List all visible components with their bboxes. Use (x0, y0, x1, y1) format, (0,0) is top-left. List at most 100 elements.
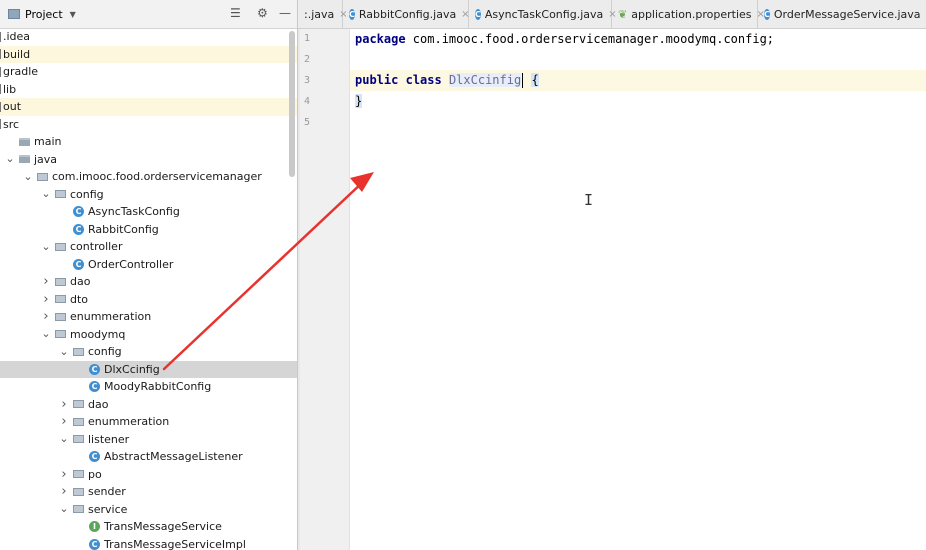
package-icon (73, 417, 84, 426)
spring-leaf-icon: ❦ (618, 7, 628, 21)
tree-item[interactable]: gradle (0, 63, 297, 81)
folder-marker-icon (0, 49, 1, 60)
project-title: Project (25, 7, 63, 21)
chevron-right-icon[interactable]: › (40, 274, 52, 289)
chevron-right-icon[interactable]: › (58, 414, 70, 429)
project-icon (8, 9, 20, 19)
chevron-right-icon[interactable]: › (40, 309, 52, 324)
tree-item-label: dao (70, 275, 91, 289)
editor-tab[interactable]: ❦ application.properties × (612, 0, 765, 28)
chevron-right-icon[interactable]: › (58, 467, 70, 482)
hide-panel-icon[interactable]: — (279, 6, 291, 20)
tree-item-label: src (3, 117, 20, 131)
editor-tab[interactable]: :.java × (298, 0, 348, 28)
tree-item-label: lib (3, 82, 17, 96)
line-number: 3 (303, 75, 310, 86)
chevron-right-icon[interactable]: › (58, 397, 70, 412)
package-icon (73, 470, 84, 479)
tree-item-label: build (3, 47, 31, 61)
collapse-all-icon[interactable]: ☰ (230, 6, 241, 20)
tree-item[interactable]: ⌄ controller (0, 238, 297, 256)
tree-item[interactable]: › sender (0, 483, 297, 501)
tree-item[interactable]: ⌄ service (0, 501, 297, 519)
class-icon: C (349, 8, 355, 20)
tree-item[interactable]: ⌄ config (0, 186, 297, 204)
project-view-selector[interactable]: Project ▼ (8, 7, 76, 21)
tree-item[interactable]: › enummeration (0, 413, 297, 431)
tree-item[interactable]: out (0, 98, 297, 116)
tree-item-label: DlxCcinfig (104, 362, 160, 376)
editor-tab[interactable]: C AsyncTaskConfig.java × (469, 0, 617, 28)
tree-item[interactable]: lib (0, 81, 297, 99)
class-icon: C (73, 206, 84, 218)
code-editor[interactable]: package com.imooc.food.orderservicemanag… (350, 29, 926, 550)
editor-tab-bar: :.java × C RabbitConfig.java × C AsyncTaskConf… (298, 0, 926, 29)
chevron-down-icon[interactable]: ⌄ (58, 433, 70, 444)
tree-item[interactable]: ⌄ moodymq (0, 326, 297, 344)
package-icon (73, 487, 84, 496)
tree-item-label: RabbitConfig (88, 222, 159, 236)
tree-item[interactable]: › dao (0, 273, 297, 291)
editor-tab-label: OrderMessageService.java (773, 7, 921, 21)
editor-tab[interactable]: C RabbitConfig.java × (343, 0, 470, 28)
tree-item[interactable]: › dao (0, 396, 297, 414)
line-number: 2 (303, 54, 310, 65)
tree-item[interactable]: C MoodyRabbitConfig (0, 378, 297, 396)
tree-item[interactable]: main (0, 133, 297, 151)
editor-gutter: 1 2 3 4 5 (298, 29, 350, 550)
class-icon: C (475, 8, 481, 20)
tree-item-label: main (34, 135, 62, 149)
chevron-down-icon: ▼ (69, 9, 76, 19)
tree-item[interactable]: C AsyncTaskConfig (0, 203, 297, 221)
chevron-down-icon[interactable]: ⌄ (40, 241, 52, 252)
tree-item[interactable]: ⌄ java (0, 151, 297, 169)
chevron-down-icon[interactable]: ⌄ (4, 153, 16, 164)
class-icon: C (89, 381, 100, 393)
gear-icon[interactable]: ⚙ (257, 6, 268, 20)
tree-item[interactable]: › po (0, 466, 297, 484)
package-icon (55, 277, 66, 286)
package-icon (55, 295, 66, 304)
package-icon (73, 505, 84, 514)
tree-item[interactable]: C DlxCcinfig (0, 360, 297, 378)
tree-item[interactable]: .idea (0, 28, 297, 46)
tree-item[interactable]: ⌄ config (0, 343, 297, 361)
tree-item[interactable]: C RabbitConfig (0, 221, 297, 239)
chevron-down-icon[interactable]: ⌄ (40, 188, 52, 199)
class-icon: C (764, 8, 770, 20)
line-number: 1 (303, 33, 310, 44)
package-icon (55, 312, 66, 321)
tree-item[interactable]: src (0, 116, 297, 134)
tree-item[interactable]: C TransMessageServiceImpl (0, 536, 297, 550)
chevron-down-icon[interactable]: ⌄ (58, 346, 70, 357)
chevron-down-icon[interactable]: ⌄ (22, 171, 34, 182)
class-name: DlxCcinfig (448, 73, 522, 87)
tree-item[interactable]: I TransMessageService (0, 518, 297, 536)
code-line-4: } (355, 91, 363, 112)
tree-item[interactable]: ⌄ com.imooc.food.orderservicemanager (0, 168, 297, 186)
package-icon (55, 330, 66, 339)
tree-item[interactable]: build (0, 45, 297, 63)
close-brace: } (355, 94, 363, 108)
tree-item-label: config (70, 187, 104, 201)
folder-marker-icon (0, 31, 1, 42)
editor-tab[interactable]: COrderMessageService.java× (758, 0, 926, 28)
tree-item[interactable]: C OrderController (0, 256, 297, 274)
tree-item[interactable]: › enummeration (0, 308, 297, 326)
chevron-right-icon[interactable]: › (58, 484, 70, 499)
folder-icon (19, 137, 30, 146)
tree-item-label: com.imooc.food.orderservicemanager (52, 170, 262, 184)
tree-item[interactable]: ⌄ listener (0, 431, 297, 449)
chevron-down-icon[interactable]: ⌄ (40, 328, 52, 339)
tree-item-label: service (88, 502, 128, 516)
folder-marker-icon (0, 84, 1, 95)
tree-item-label: .idea (3, 30, 31, 44)
mouse-ibeam-cursor-icon: I (584, 191, 594, 209)
tree-scrollbar[interactable] (289, 31, 295, 177)
tree-item[interactable]: C AbstractMessageListener (0, 448, 297, 466)
tree-item-label: gradle (3, 65, 39, 79)
folder-marker-icon (0, 119, 1, 130)
chevron-right-icon[interactable]: › (40, 292, 52, 307)
chevron-down-icon[interactable]: ⌄ (58, 503, 70, 514)
tree-item[interactable]: › dto (0, 291, 297, 309)
